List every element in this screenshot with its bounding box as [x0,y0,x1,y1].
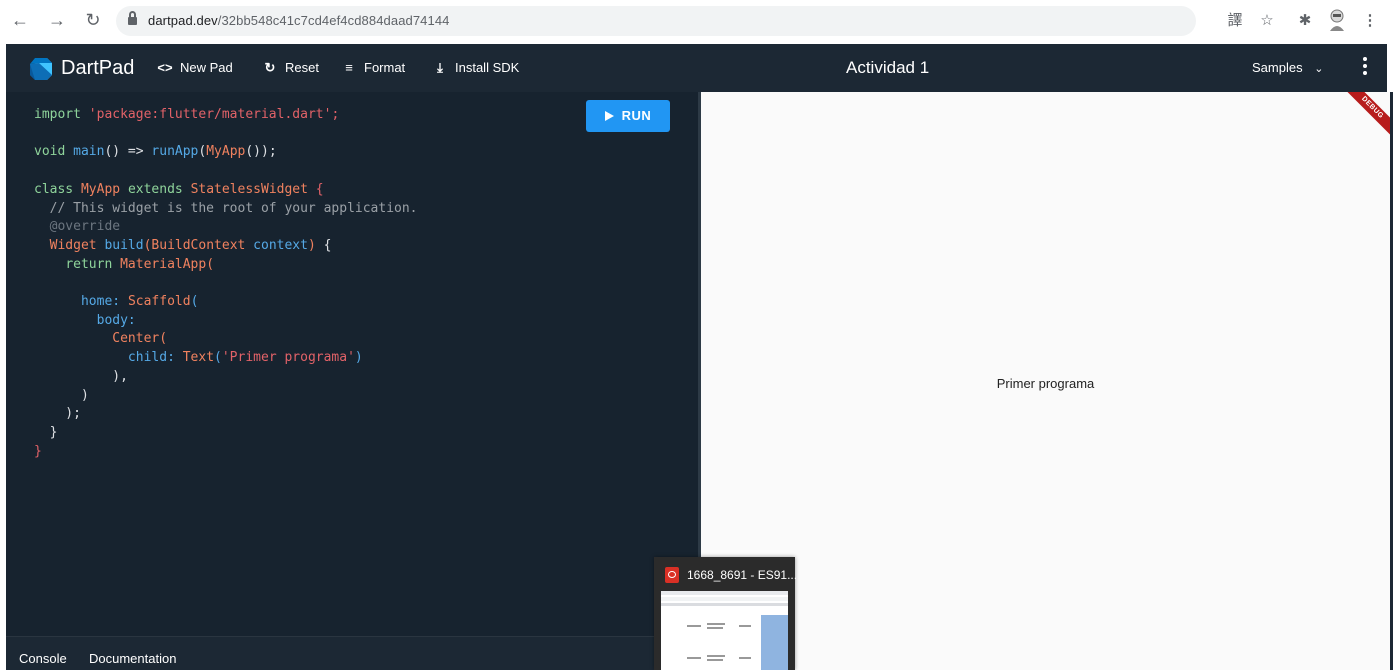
taskbar-window-preview[interactable]: 1668_8691 - ES91... [654,557,798,670]
code-line: ) [34,387,89,403]
code-content[interactable]: import 'package:flutter/material.dart'; … [34,106,418,461]
chrome-menu-icon[interactable]: ⋮ [1360,11,1380,31]
output-text: Primer programa [996,376,1095,391]
back-arrow-icon[interactable]: ← [9,9,31,31]
dart-logo-icon [30,58,52,80]
output-pane[interactable]: Primer programa DEBUG [701,92,1390,670]
tab-console[interactable]: Console [19,651,67,666]
code-line: void main() => runApp(MyApp()); [34,144,277,160]
dartpad-brand: DartPad [61,57,135,79]
reset-button[interactable]: ↻ Reset [261,60,319,76]
code-line: Widget build(BuildContext context) { [49,237,332,253]
url-text[interactable]: dartpad.dev/32bb548c41c7cd4ef4cd884daad7… [148,13,450,28]
bookmark-star-icon[interactable]: ☆ [1257,11,1277,31]
code-line: ), [34,368,128,384]
samples-dropdown[interactable]: Samples ⌄ [1252,60,1323,75]
debug-banner: DEBUG [1339,92,1390,141]
code-line: class MyApp extends StatelessWidget { [34,181,324,197]
align-lines-icon: ≡ [345,60,353,75]
preview-title: 1668_8691 - ES91... [687,568,798,582]
code-line: Center( [112,331,168,347]
extensions-puzzle-icon[interactable]: ✱ [1295,11,1315,31]
profile-avatar-icon[interactable] [1327,8,1347,32]
format-button[interactable]: ≡ Format [340,60,405,75]
code-line: } [34,424,58,440]
bottom-panel-bar: Console Documentation [6,636,698,670]
translate-icon[interactable]: 譯 [1225,11,1245,31]
code-line: // This widget is the root of your appli… [34,200,418,216]
tab-documentation[interactable]: Documentation [89,651,176,666]
run-button[interactable]: RUN [586,100,670,132]
preview-thumbnail [661,591,788,670]
forward-arrow-icon[interactable]: → [46,9,68,31]
pdf-icon [665,567,679,583]
browser-toolbar: ← → ↻ dartpad.dev/32bb548c41c7cd4ef4cd88… [0,0,1393,44]
more-options-icon[interactable] [1362,57,1368,79]
code-line: ); [34,406,81,422]
code-line: body: [34,312,136,328]
dartpad-appbar: DartPad <> New Pad ↻ Reset ≡ Format ⤓ Instal… [6,44,1387,92]
code-line: @override [34,219,121,235]
address-bar[interactable]: dartpad.dev/32bb548c41c7cd4ef4cd884daad7… [116,6,1196,36]
code-line: return MaterialApp( [65,256,215,272]
code-line: child: Text('Primer programa') [127,350,363,366]
chevron-down-icon: ⌄ [1314,63,1324,75]
refresh-icon: ↻ [264,60,276,75]
code-line: home: Scaffold( [80,294,199,310]
code-line: import 'package:flutter/material.dart'; [34,107,340,122]
code-editor[interactable]: import 'package:flutter/material.dart'; … [6,92,698,636]
code-line: } [34,443,42,459]
new-pad-button[interactable]: <> New Pad [156,60,232,75]
reload-icon[interactable]: ↻ [82,9,104,31]
code-brackets-icon: <> [157,60,173,75]
download-icon: ⤓ [437,60,443,75]
play-icon [604,110,614,121]
install-sdk-button[interactable]: ⤓ Install SDK [431,60,519,76]
pad-title: Actividad 1 [846,58,930,77]
lock-icon [128,11,137,26]
